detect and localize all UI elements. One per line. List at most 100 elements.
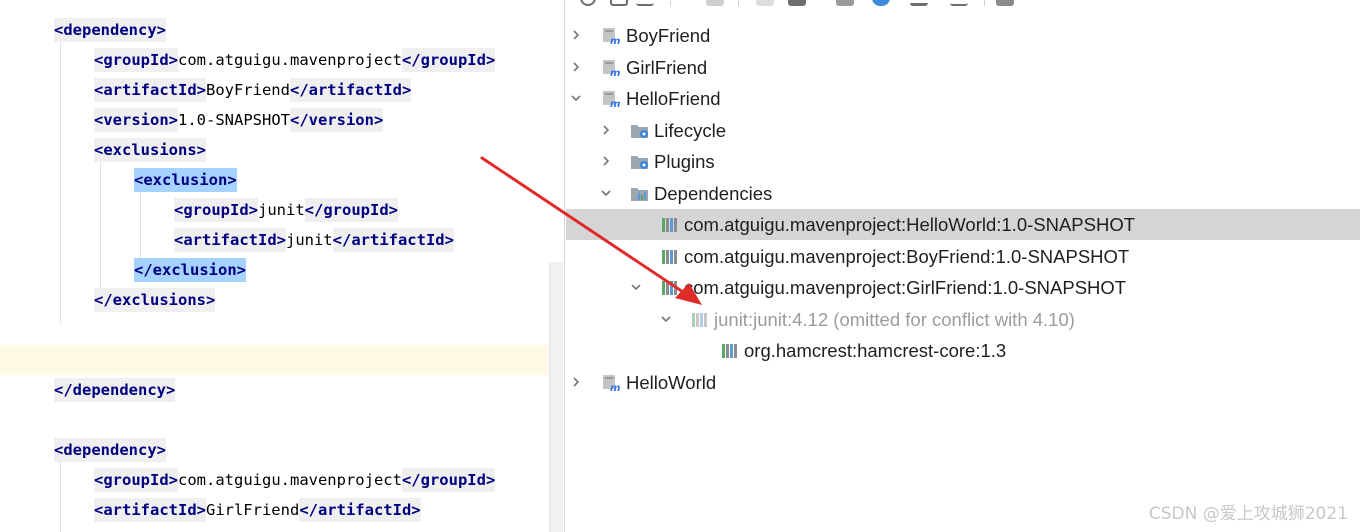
tree-node[interactable]: com.atguigu.mavenproject:HelloWorld:1.0-…: [566, 209, 1360, 240]
xml-tag: <exclusions>: [94, 138, 206, 162]
tree-node-label: Lifecycle: [654, 119, 726, 141]
svg-text:m: m: [610, 68, 620, 77]
code-line: <exclusion>: [134, 165, 237, 195]
add-project-icon[interactable]: [706, 0, 724, 6]
download-icon[interactable]: [636, 0, 654, 6]
tree-node[interactable]: junit:junit:4.12 (omitted for conflict w…: [566, 304, 1360, 335]
xml-tag: </artifactId>: [299, 498, 421, 522]
xml-tag: <version>: [94, 108, 178, 132]
xml-text: com.atguigu.mavenproject: [178, 51, 402, 69]
maven-module-icon: m: [602, 374, 622, 392]
chevron-right-icon[interactable]: [570, 61, 582, 73]
library-icon: [690, 311, 710, 329]
chevron-down-icon[interactable]: [570, 92, 582, 104]
skip-tests-icon[interactable]: [872, 0, 890, 6]
svg-text:m: m: [610, 383, 620, 392]
tree-node-label: HelloWorld: [626, 371, 717, 393]
xml-tag: </exclusions>: [94, 288, 216, 312]
code-line: <groupId>com.atguigu.mavenproject</group…: [94, 465, 496, 495]
tree-node[interactable]: com.atguigu.mavenproject:GirlFriend:1.0-…: [566, 272, 1360, 303]
tree-node[interactable]: Dependencies: [566, 178, 1360, 209]
tree-node[interactable]: Lifecycle: [566, 115, 1360, 146]
tree-node[interactable]: m BoyFriend: [566, 20, 1360, 51]
xml-tag-highlighted: </exclusion>: [134, 258, 246, 282]
dependencies-folder-icon: [630, 185, 650, 203]
show-dependencies-icon[interactable]: [910, 0, 928, 6]
editor-vertical-scrollbar[interactable]: [549, 262, 563, 532]
code-line: <artifactId>junit</artifactId>: [174, 225, 454, 255]
code-line: <groupId>junit</groupId>: [174, 195, 398, 225]
indent-guide: [100, 162, 101, 292]
tree-node-label: junit:junit:4.12 (omitted for conflict w…: [714, 308, 1075, 330]
maven-module-icon: m: [602, 90, 622, 108]
generate-sources-icon[interactable]: [610, 0, 628, 6]
library-icon: [660, 279, 680, 297]
tree-node[interactable]: m HelloFriend: [566, 83, 1360, 114]
xml-text: com.atguigu.mavenproject: [178, 471, 402, 489]
pom-xml-editor[interactable]: <dependency> <groupId>com.atguigu.mavenpr…: [0, 0, 565, 532]
tree-node-label: HelloFriend: [626, 88, 721, 109]
toolbar-separator: [670, 0, 671, 6]
code-line: <groupId>com.atguigu.mavenproject</group…: [94, 45, 496, 75]
maven-module-icon: m: [602, 27, 622, 45]
plugins-folder-icon: [630, 153, 650, 171]
tree-node-label: Plugins: [654, 151, 715, 172]
tree-node[interactable]: m GirlFriend: [566, 52, 1360, 83]
code-line: <dependency>: [54, 15, 166, 45]
xml-text: BoyFriend: [205, 81, 290, 99]
indent-guide: [60, 462, 61, 532]
chevron-right-icon[interactable]: [570, 376, 582, 388]
tree-node[interactable]: com.atguigu.mavenproject:BoyFriend:1.0-S…: [566, 241, 1360, 272]
indent-guide: [60, 42, 61, 324]
svg-text:m: m: [610, 99, 620, 108]
chevron-right-icon[interactable]: [600, 155, 612, 167]
tree-node-label: Dependencies: [654, 182, 773, 204]
settings-icon[interactable]: [996, 0, 1014, 6]
maven-toolbar: [566, 0, 1360, 10]
tree-node[interactable]: Plugins: [566, 146, 1360, 177]
xml-text: GirlFriend: [205, 501, 300, 519]
tree-node[interactable]: org.hamcrest:hamcrest-core:1.3: [566, 335, 1360, 366]
current-line-highlight: [0, 345, 548, 375]
tree-node-label: org.hamcrest:hamcrest-core:1.3: [744, 340, 1007, 361]
maven-module-icon: m: [602, 59, 622, 77]
lifecycle-folder-icon: [630, 122, 650, 140]
toolbar-separator: [738, 0, 739, 6]
reload-icon[interactable]: [580, 0, 596, 6]
xml-tag: <dependency>: [54, 438, 166, 462]
xml-text: junit: [258, 201, 305, 219]
toolbar-separator: [984, 0, 985, 6]
watermark: CSDN @爱上攻城狮2021: [1148, 504, 1348, 524]
code-line: <dependency>: [54, 435, 166, 465]
code-line: <exclusions>: [94, 135, 206, 165]
run-icon[interactable]: [756, 0, 774, 6]
collapse-all-icon[interactable]: [950, 0, 968, 6]
tree-node[interactable]: m HelloWorld: [566, 367, 1360, 398]
code-line: </dependency>: [54, 375, 176, 405]
xml-tag: <artifactId>: [94, 78, 206, 102]
library-icon: [660, 216, 680, 234]
xml-tag: </artifactId>: [289, 78, 412, 102]
xml-tag: <groupId>: [174, 198, 258, 222]
code-line: <artifactId>GirlFriend</artifactId>: [94, 495, 421, 525]
library-icon: [720, 342, 740, 360]
chevron-right-icon[interactable]: [570, 29, 582, 41]
xml-tag: </groupId>: [401, 48, 496, 72]
library-icon: [660, 248, 680, 266]
chevron-down-icon[interactable]: [630, 281, 642, 293]
xml-tag: </version>: [289, 108, 384, 132]
chevron-down-icon[interactable]: [660, 313, 672, 325]
code-line: <artifactId>BoyFriend</artifactId>: [94, 75, 412, 105]
chevron-right-icon[interactable]: [600, 124, 612, 136]
xml-tag: </artifactId>: [332, 228, 454, 252]
tree-node-label: com.atguigu.mavenproject:BoyFriend:1.0-S…: [684, 245, 1130, 267]
execute-goal-icon[interactable]: [788, 0, 806, 6]
xml-tag: <artifactId>: [174, 228, 286, 252]
code-line: </exclusion>: [134, 255, 246, 285]
chevron-down-icon[interactable]: [600, 187, 612, 199]
xml-tag: <groupId>: [94, 48, 178, 72]
toggle-offline-icon[interactable]: [836, 0, 854, 6]
tree-node-label: com.atguigu.mavenproject:HelloWorld:1.0-…: [684, 214, 1136, 235]
tree-node-label: com.atguigu.mavenproject:GirlFriend:1.0-…: [684, 277, 1127, 298]
xml-tag: <artifactId>: [94, 498, 206, 522]
